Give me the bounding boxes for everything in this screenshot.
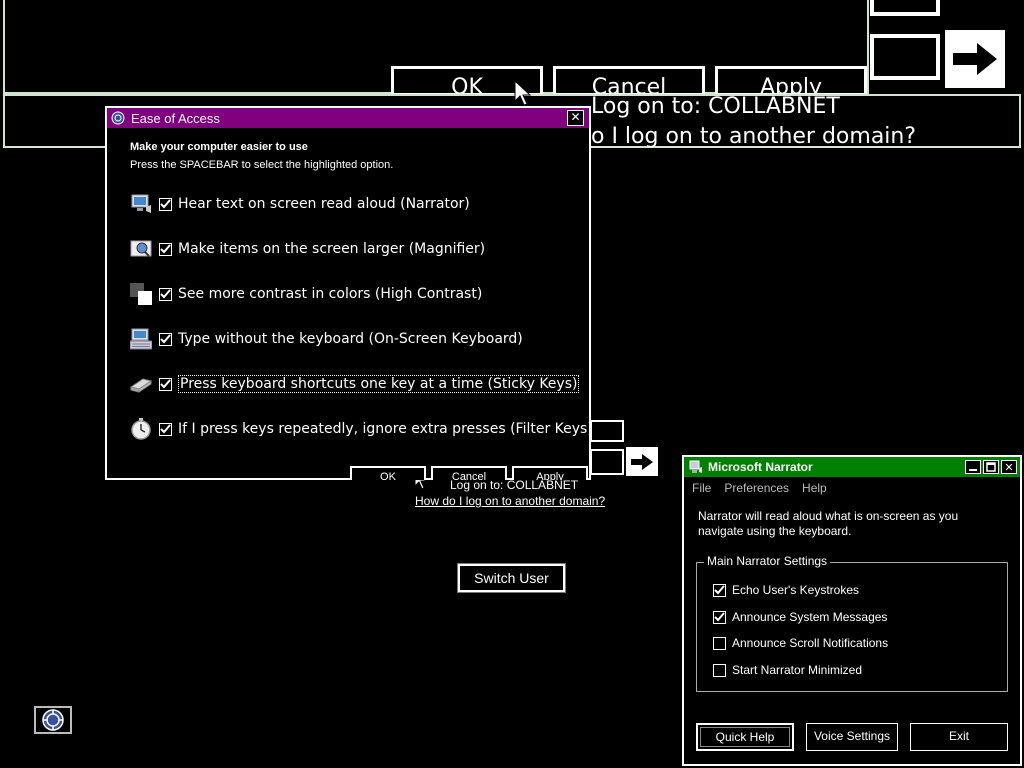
group-title: Main Narrator Settings: [704, 554, 831, 568]
username-field[interactable]: [590, 420, 624, 442]
magnified-logon-dialog: OK Cancel Apply: [3, 0, 940, 96]
echo-keystrokes-checkbox[interactable]: [713, 583, 726, 597]
arrow-right-icon: [631, 453, 653, 470]
echo-keystrokes-option[interactable]: Echo User's Keystrokes: [713, 583, 859, 597]
magnified-apply-button[interactable]: Apply: [715, 66, 867, 96]
maximize-icon[interactable]: [983, 460, 999, 474]
magnified-password-field: [870, 34, 940, 80]
password-field[interactable]: [590, 449, 624, 475]
narrator-titlebar[interactable]: Microsoft Narrator ✕: [684, 457, 1020, 477]
quick-help-button[interactable]: Quick Help: [696, 723, 794, 751]
stopwatch-icon: [129, 417, 153, 441]
eoa-titlebar[interactable]: Ease of Access ✕: [107, 108, 589, 128]
announce-system-messages-checkbox[interactable]: [713, 610, 726, 624]
magnified-username-field: [870, 0, 940, 16]
voice-settings-button[interactable]: Voice Settings: [806, 723, 898, 751]
narrator-menubar: File Preferences Help: [692, 481, 827, 495]
option-narrator[interactable]: Hear text on screen read aloud (Narrator…: [129, 191, 470, 217]
option-on-screen-keyboard[interactable]: Type without the keyboard (On-Screen Key…: [129, 326, 523, 352]
filter-keys-checkbox[interactable]: [159, 422, 172, 436]
logon-arrow-button[interactable]: [626, 447, 658, 476]
eoa-heading: Make your computer easier to use: [130, 141, 308, 153]
menu-help[interactable]: Help: [802, 481, 827, 495]
option-label: Make items on the screen larger (Magnifi…: [178, 241, 486, 257]
ease-of-access-button[interactable]: [34, 706, 72, 734]
eoa-title: Ease of Access: [131, 110, 220, 126]
setting-label: Announce System Messages: [732, 610, 888, 624]
keyboard-icon: [129, 327, 153, 351]
option-label: If I press keys repeatedly, ignore extra…: [178, 421, 593, 437]
close-icon[interactable]: ✕: [567, 110, 584, 126]
narrator-window: Microsoft Narrator ✕ File Preferences He…: [682, 455, 1022, 766]
magnifier-icon: [129, 237, 153, 261]
sticky-keys-checkbox[interactable]: [159, 377, 172, 391]
exit-button[interactable]: Exit: [910, 723, 1008, 751]
arrow-right-icon: [953, 43, 997, 75]
magnifier-checkbox[interactable]: [159, 242, 172, 256]
narrator-description: Narrator will read aloud what is on-scre…: [698, 509, 959, 538]
option-label: See more contrast in colors (High Contra…: [178, 286, 483, 302]
minimize-icon[interactable]: [965, 460, 981, 474]
mouse-cursor-icon: [514, 80, 532, 106]
on-screen-keyboard-checkbox[interactable]: [159, 332, 172, 346]
narrator-icon: [689, 460, 702, 473]
menu-file[interactable]: File: [692, 481, 711, 495]
magnified-arrow-button[interactable]: [945, 30, 1005, 88]
switch-user-button[interactable]: Switch User: [457, 563, 566, 593]
setting-label: Announce Scroll Notifications: [732, 636, 889, 650]
magnified-cancel-button[interactable]: Cancel: [553, 66, 705, 96]
narrator-icon: [129, 192, 153, 216]
high-contrast-checkbox[interactable]: [159, 287, 172, 301]
start-minimized-checkbox[interactable]: [713, 663, 726, 677]
option-label: Hear text on screen read aloud (Narrator…: [178, 196, 470, 212]
cancel-button[interactable]: Cancel: [431, 466, 507, 480]
magnified-logon-to-text: Log on to: COLLABNET: [591, 94, 840, 119]
ease-of-access-icon: [111, 111, 125, 125]
high-contrast-icon: [129, 282, 153, 306]
eoa-subheading: Press the SPACEBAR to select the highlig…: [130, 159, 394, 171]
other-domain-link[interactable]: How do I log on to another domain?: [415, 494, 605, 508]
menu-preferences[interactable]: Preferences: [724, 481, 789, 495]
announce-system-messages-option[interactable]: Announce System Messages: [713, 610, 887, 624]
apply-button[interactable]: Apply: [512, 466, 588, 480]
option-sticky-keys[interactable]: Press keyboard shortcuts one key at a ti…: [129, 371, 580, 397]
option-label: Press keyboard shortcuts one key at a ti…: [178, 375, 580, 393]
sticky-keys-icon: [129, 372, 153, 396]
ok-button[interactable]: OK: [350, 466, 426, 480]
option-label: Type without the keyboard (On-Screen Key…: [178, 331, 523, 347]
ease-of-access-icon: [42, 709, 64, 731]
setting-label: Start Narrator Minimized: [732, 663, 863, 677]
logon-to-label: Log on to: COLLABNET: [450, 478, 579, 492]
ease-of-access-dialog: Ease of Access ✕ Make your computer easi…: [105, 106, 593, 480]
narrator-title: Microsoft Narrator: [708, 460, 813, 474]
announce-scroll-checkbox[interactable]: [713, 636, 726, 650]
setting-label: Echo User's Keystrokes: [732, 583, 860, 597]
narrator-checkbox[interactable]: [159, 197, 172, 211]
option-high-contrast[interactable]: See more contrast in colors (High Contra…: [129, 281, 482, 307]
option-filter-keys[interactable]: If I press keys repeatedly, ignore extra…: [129, 416, 593, 442]
close-icon[interactable]: ✕: [1001, 460, 1017, 474]
main-narrator-settings-group: Main Narrator Settings Echo User's Keyst…: [696, 554, 1008, 692]
announce-scroll-option[interactable]: Announce Scroll Notifications: [713, 636, 888, 650]
magnified-other-domain-text: o I log on to another domain?: [591, 124, 917, 149]
option-magnifier[interactable]: Make items on the screen larger (Magnifi…: [129, 236, 485, 262]
start-minimized-option[interactable]: Start Narrator Minimized: [713, 663, 862, 677]
